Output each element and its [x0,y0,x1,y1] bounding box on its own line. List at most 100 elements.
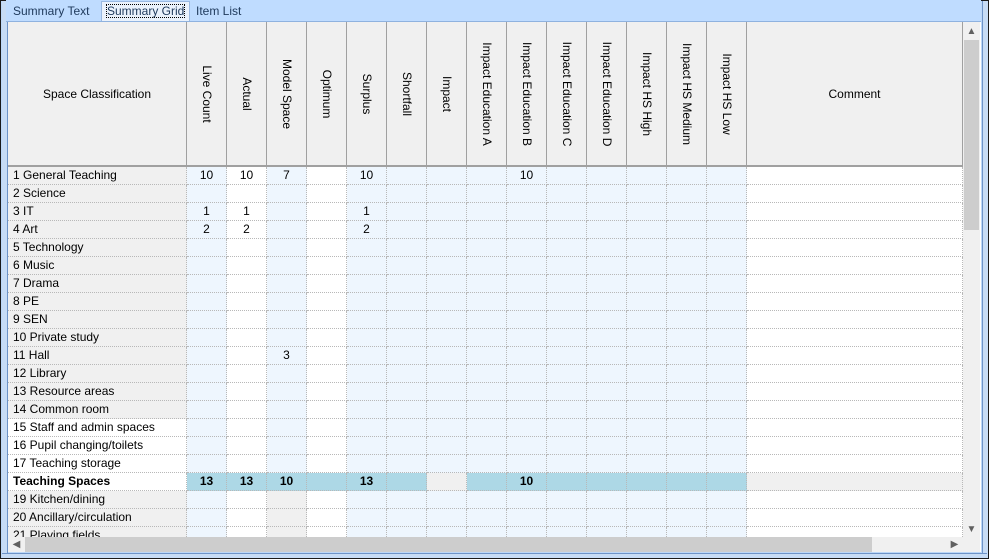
comment-cell[interactable] [747,275,963,293]
grid-cell[interactable] [507,329,547,347]
grid-cell[interactable] [347,491,387,509]
grid-cell[interactable] [707,221,747,239]
grid-cell[interactable] [467,311,507,329]
table-row[interactable]: 7 Drama [8,275,963,293]
table-row[interactable]: 11 Hall 3 [8,347,963,365]
grid-cell[interactable] [187,239,227,257]
grid-cell[interactable] [467,401,507,419]
grid-cell[interactable] [307,257,347,275]
grid-cell[interactable] [587,203,627,221]
grid-cell[interactable] [347,293,387,311]
grid-cell[interactable] [187,383,227,401]
chevron-up-icon[interactable]: ▲ [963,24,980,39]
grid-cell[interactable] [667,473,707,491]
row-label[interactable]: 2 Science [8,185,187,203]
grid-cell[interactable]: 1 [347,203,387,221]
table-row[interactable]: 8 PE [8,293,963,311]
grid-cell[interactable] [227,257,267,275]
grid-cell[interactable] [627,509,667,527]
grid-cell[interactable] [667,293,707,311]
grid-cell[interactable] [347,455,387,473]
comment-cell[interactable] [747,419,963,437]
grid-cell[interactable] [387,365,427,383]
grid-cell[interactable] [427,365,467,383]
grid-cell[interactable] [667,185,707,203]
grid-cell[interactable] [587,455,627,473]
grid-cell[interactable] [267,329,307,347]
column-header[interactable]: Actual [227,22,267,167]
column-header[interactable]: Impact HS High [627,22,667,167]
grid-cell[interactable] [307,167,347,185]
grid-cell[interactable] [227,365,267,383]
column-header[interactable]: Impact Education C [547,22,587,167]
comment-cell[interactable] [747,455,963,473]
grid-cell[interactable] [707,293,747,311]
grid-cell[interactable] [627,329,667,347]
grid-cell[interactable] [267,509,307,527]
grid-cell[interactable]: 10 [227,167,267,185]
column-header[interactable]: Impact HS Low [707,22,747,167]
row-label[interactable]: 13 Resource areas [8,383,187,401]
grid-cell[interactable] [507,293,547,311]
grid-cell[interactable] [267,455,307,473]
comment-cell[interactable] [747,509,963,527]
table-row[interactable]: 3 IT 1 1 1 [8,203,963,221]
grid-cell[interactable] [667,419,707,437]
comment-cell[interactable] [747,293,963,311]
grid-cell[interactable] [707,203,747,221]
grid-cell[interactable] [387,239,427,257]
grid-cell[interactable] [427,275,467,293]
grid-cell[interactable] [427,455,467,473]
grid-cell[interactable] [267,275,307,293]
grid-cell[interactable] [227,491,267,509]
row-label[interactable]: 6 Music [8,257,187,275]
grid-cell[interactable] [307,419,347,437]
grid-cell[interactable] [387,275,427,293]
grid-cell[interactable] [187,491,227,509]
grid-cell[interactable] [627,275,667,293]
grid-cell[interactable] [227,185,267,203]
grid-cell[interactable] [707,365,747,383]
grid-cell[interactable] [587,329,627,347]
grid-cell[interactable] [187,437,227,455]
grid-cell[interactable]: 10 [507,167,547,185]
grid-cell[interactable] [387,221,427,239]
grid-cell[interactable] [307,293,347,311]
grid-cell[interactable] [467,203,507,221]
grid-cell[interactable] [387,311,427,329]
row-label[interactable]: 1 General Teaching [8,167,187,185]
grid-cell[interactable] [267,293,307,311]
grid-cell[interactable] [587,311,627,329]
grid-cell[interactable] [547,491,587,509]
grid-cell[interactable] [347,329,387,347]
grid-cell[interactable] [707,275,747,293]
grid-cell[interactable] [467,509,507,527]
grid-cell[interactable] [387,185,427,203]
grid-cell[interactable] [427,473,467,491]
chevron-right-icon[interactable]: ▶ [946,537,963,552]
grid-cell[interactable] [307,221,347,239]
grid-cell[interactable] [707,401,747,419]
grid-cell[interactable] [347,419,387,437]
grid-cell[interactable] [547,401,587,419]
grid-cell[interactable]: 1 [187,203,227,221]
grid-cell[interactable] [267,491,307,509]
grid-cell[interactable] [707,239,747,257]
grid-cell[interactable] [427,239,467,257]
comment-cell[interactable] [747,167,963,185]
grid-cell[interactable] [667,491,707,509]
row-label[interactable]: 14 Common room [8,401,187,419]
column-header[interactable]: Optimum [307,22,347,167]
grid-cell[interactable] [547,257,587,275]
column-header[interactable]: Impact Education A [467,22,507,167]
grid-cell[interactable] [267,365,307,383]
grid-cell[interactable] [587,509,627,527]
grid-cell[interactable] [427,293,467,311]
grid-cell[interactable] [667,383,707,401]
grid-cell[interactable] [347,275,387,293]
grid-cell[interactable] [707,437,747,455]
grid-cell[interactable] [267,419,307,437]
grid-cell[interactable] [547,203,587,221]
grid-cell[interactable] [307,509,347,527]
comment-cell[interactable] [747,221,963,239]
